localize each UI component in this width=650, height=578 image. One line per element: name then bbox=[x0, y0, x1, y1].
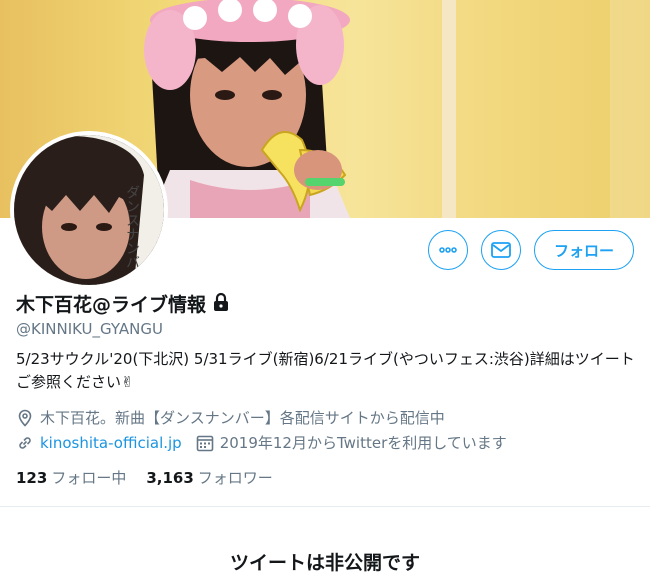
follow-button[interactable]: フォロー bbox=[534, 230, 634, 270]
followers-number: 3,163 bbox=[146, 469, 194, 487]
website-link[interactable]: kinoshita-official.jp bbox=[40, 434, 182, 452]
location: 木下百花。新曲【ダンスナンバー】各配信サイトから配信中 bbox=[16, 407, 445, 428]
joined-date: 2019年12月からTwitterを利用しています bbox=[219, 434, 507, 452]
banner-pillar bbox=[610, 0, 650, 218]
banner-pillar bbox=[442, 0, 456, 218]
calendar-icon bbox=[196, 435, 214, 451]
avatar-image: ダンスナンバー bbox=[14, 135, 164, 285]
follow-counts: 123 フォロー中 3,163 フォロワー bbox=[16, 467, 293, 488]
link-icon bbox=[19, 436, 31, 449]
following-label: フォロー中 bbox=[51, 469, 127, 487]
following-count[interactable]: 123 フォロー中 bbox=[16, 467, 126, 488]
followers-count[interactable]: 3,163 フォロワー bbox=[146, 467, 272, 488]
divider bbox=[0, 506, 650, 507]
avatar-handwriting: ダンスナンバー bbox=[124, 185, 140, 283]
following-number: 123 bbox=[16, 469, 48, 487]
location-text: 木下百花。新曲【ダンスナンバー】各配信サイトから配信中 bbox=[40, 409, 445, 427]
more-button[interactable] bbox=[428, 230, 468, 270]
bio: 5/23サウクル'20(下北沢) 5/31ライブ(新宿)6/21ライブ(やついフ… bbox=[16, 350, 635, 391]
meta-row: kinoshita-official.jp 2019年12月からTwitterを… bbox=[16, 432, 507, 453]
avatar[interactable]: ダンスナンバー bbox=[10, 131, 168, 289]
more-icon bbox=[439, 247, 457, 253]
lock-icon bbox=[212, 292, 230, 316]
display-name: 木下百花@ライブ情報 bbox=[16, 294, 207, 316]
envelope-icon bbox=[491, 242, 511, 258]
handle: @KINNIKU_GYANGU bbox=[16, 320, 163, 338]
location-pin-icon bbox=[18, 409, 32, 427]
name-row: 木下百花@ライブ情報 bbox=[16, 290, 230, 317]
private-tweets-message: ツイートは非公開です bbox=[229, 552, 420, 574]
message-button[interactable] bbox=[481, 230, 521, 270]
followers-label: フォロワー bbox=[197, 469, 273, 487]
